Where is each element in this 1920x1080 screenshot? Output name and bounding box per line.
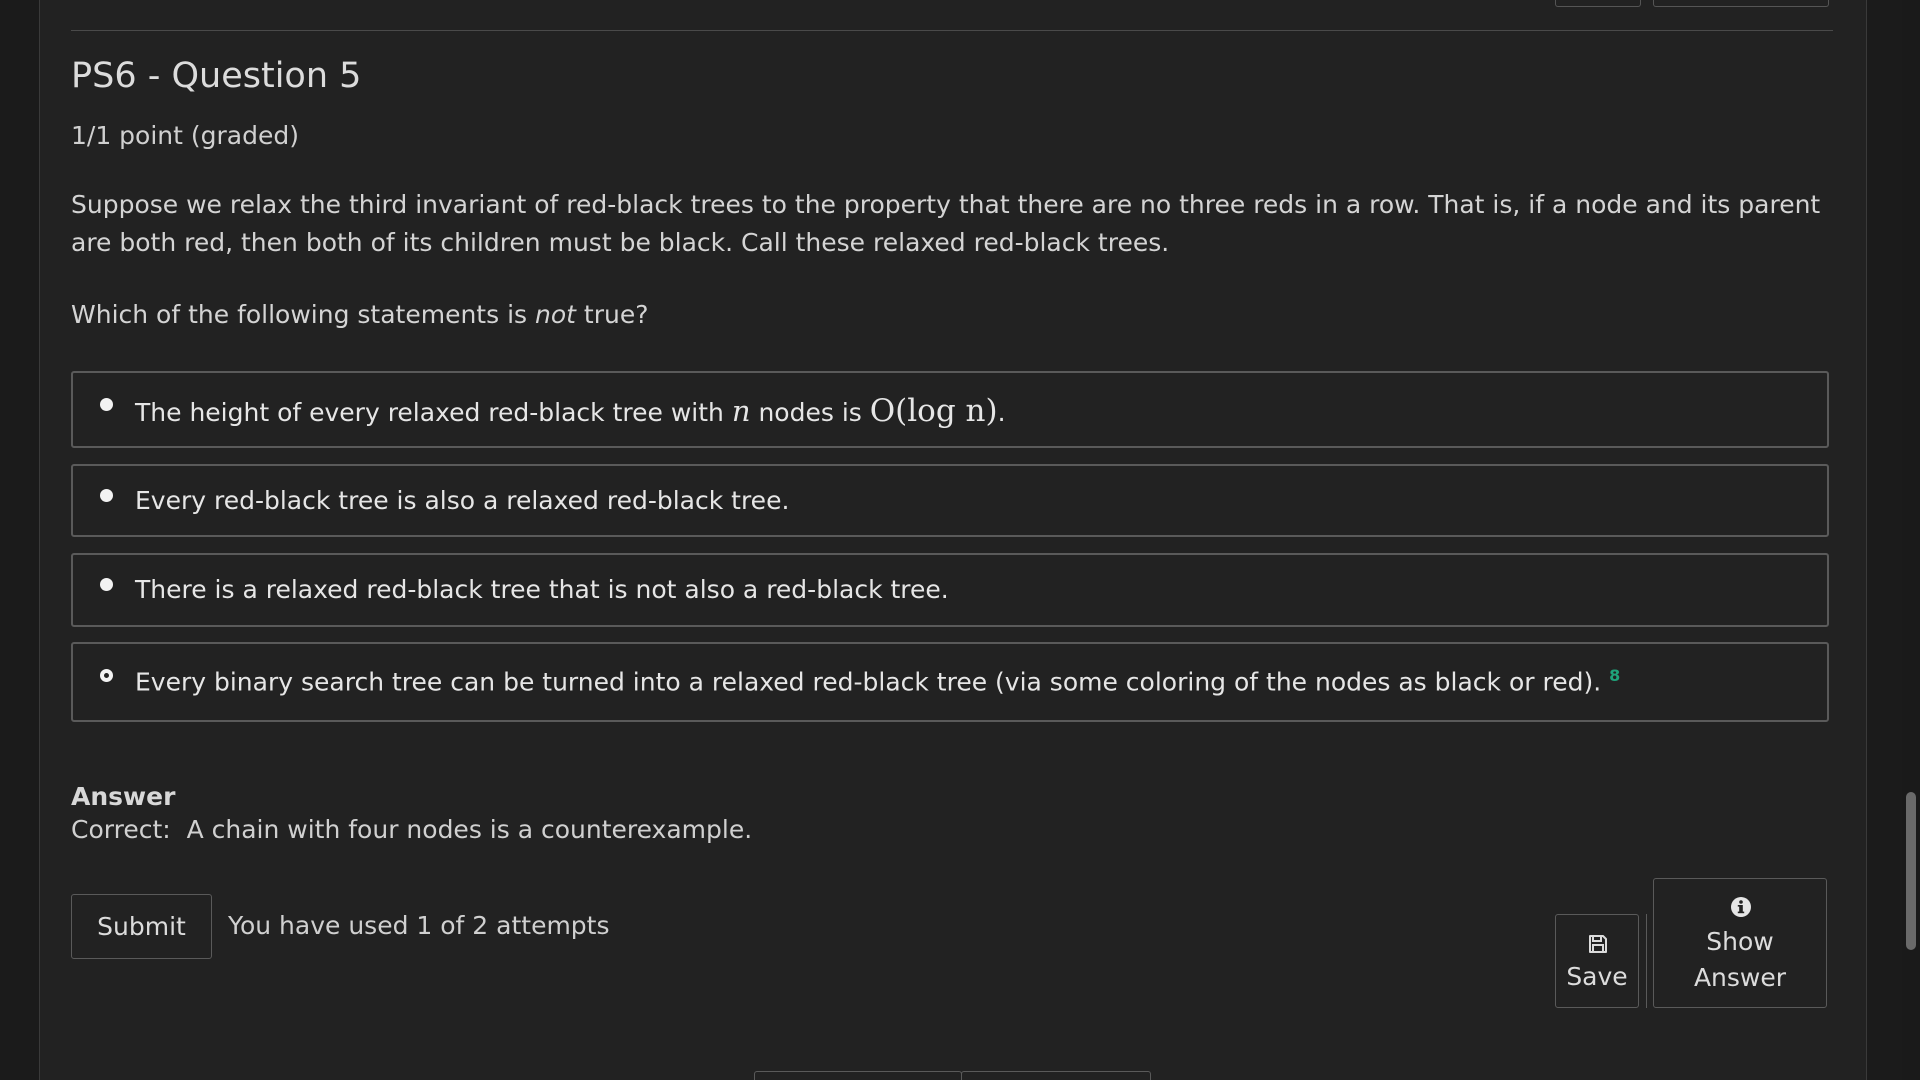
option-label[interactable]: Every binary search tree can be turned i… — [135, 666, 1620, 696]
answer-heading: Answer — [71, 782, 176, 811]
bottom-nav-tab[interactable] — [961, 1071, 1151, 1080]
answer-label: Correct: — [71, 815, 171, 844]
math-variable: n — [732, 394, 751, 428]
answer-option[interactable]: There is a relaxed red-black tree that i… — [71, 553, 1829, 627]
info-circle-icon — [1730, 895, 1752, 917]
top-button-edge — [1653, 0, 1829, 7]
radio-button[interactable] — [100, 398, 113, 411]
radio-button-selected[interactable] — [100, 669, 113, 682]
bottom-nav-tab[interactable] — [754, 1071, 962, 1080]
problem-prompt: Suppose we relax the third invariant of … — [71, 190, 1821, 257]
question-text-start: Which of the following statements is — [71, 300, 536, 329]
show-answer-button[interactable]: Show Answer — [1653, 878, 1827, 1008]
answer-option-selected[interactable]: Every binary search tree can be turned i… — [71, 642, 1829, 722]
answer-option[interactable]: The height of every relaxed red-black tr… — [71, 371, 1829, 448]
correct-status-mark: 8 — [1609, 666, 1621, 685]
show-answer-label-line1: Show — [1706, 927, 1774, 956]
problem-score: 1/1 point (graded) — [71, 121, 299, 150]
answer-text: A chain with four nodes is a counterexam… — [186, 815, 753, 844]
option-label[interactable]: The height of every relaxed red-black tr… — [135, 393, 1006, 429]
top-divider — [71, 30, 1833, 31]
right-margin — [1866, 0, 1903, 1080]
page: PS6 - Question 5 1/1 point (graded) Supp… — [0, 0, 1920, 1080]
answer-option[interactable]: Every red-black tree is also a relaxed r… — [71, 464, 1829, 537]
show-answer-label: Show Answer — [1654, 924, 1826, 996]
button-separator — [1646, 914, 1647, 1008]
left-margin — [0, 0, 40, 1080]
radio-button[interactable] — [100, 578, 113, 591]
math-expression: O(log n) — [869, 393, 998, 429]
save-button[interactable]: Save — [1555, 914, 1639, 1008]
top-button-edge — [1555, 0, 1641, 7]
option-label[interactable]: Every red-black tree is also a relaxed r… — [135, 486, 789, 515]
answer-explanation: Correct: A chain with four nodes is a co… — [71, 815, 752, 844]
option-text: Every binary search tree can be turned i… — [135, 667, 1602, 697]
question-emphasis: not — [535, 300, 576, 329]
option-text-start: The height of every relaxed red-black tr… — [135, 398, 732, 427]
question-text-end: true? — [575, 300, 649, 329]
question-text: Which of the following statements is not… — [71, 300, 649, 329]
radio-button[interactable] — [100, 489, 113, 502]
problem-title: PS6 - Question 5 — [71, 56, 362, 96]
math-var-n: n — [731, 394, 751, 428]
option-label[interactable]: There is a relaxed red-black tree that i… — [135, 575, 949, 604]
save-label: Save — [1566, 962, 1628, 991]
option-text-mid: nodes is — [750, 398, 870, 427]
option-text-end: . — [997, 398, 1006, 427]
submit-button[interactable]: Submit — [71, 894, 212, 959]
floppy-disk-icon — [1587, 932, 1609, 954]
show-answer-label-line2: Answer — [1693, 963, 1787, 992]
scrollbar-thumb[interactable] — [1906, 792, 1916, 950]
attempts-counter: You have used 1 of 2 attempts — [228, 911, 610, 940]
